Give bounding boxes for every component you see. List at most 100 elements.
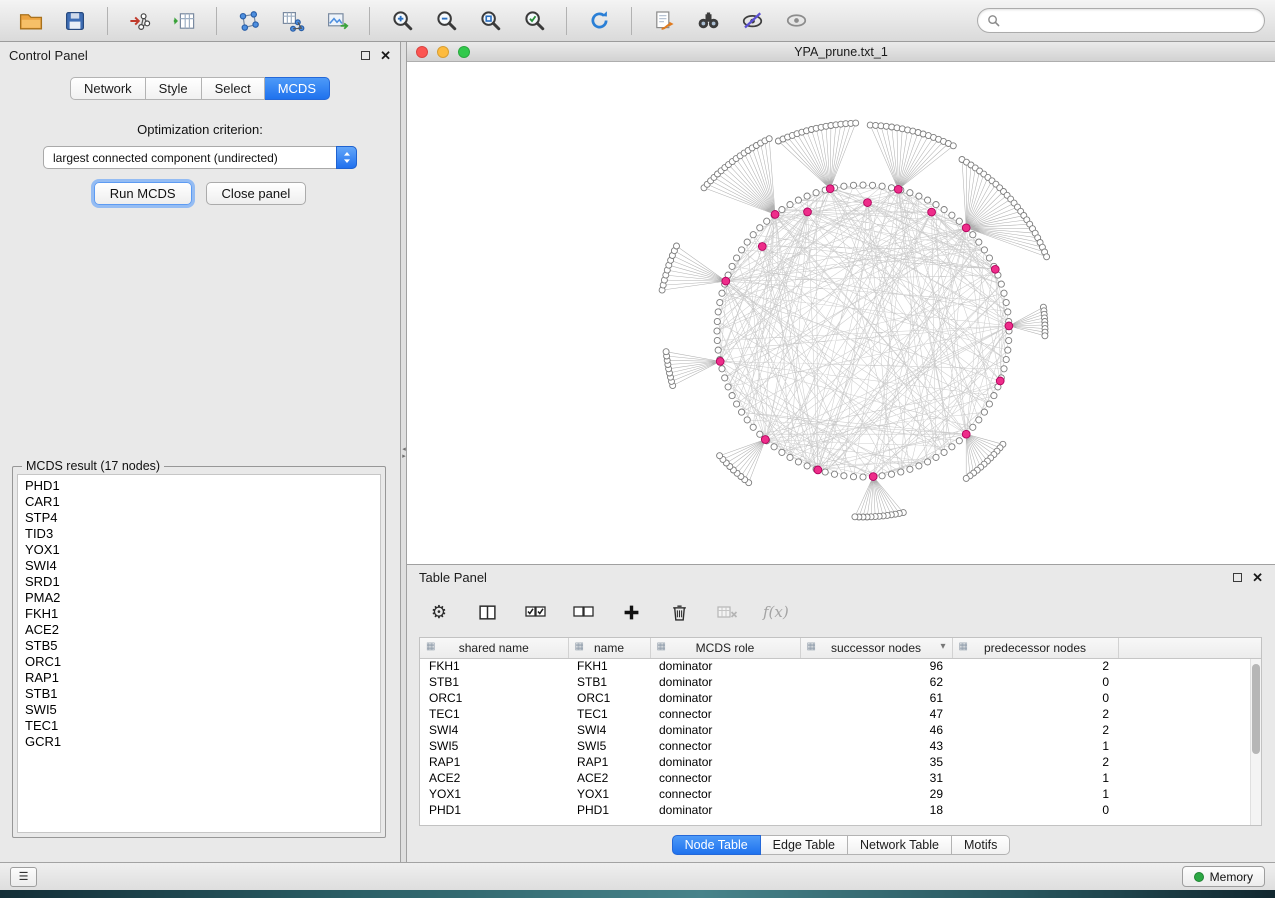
- network-node[interactable]: [907, 190, 913, 196]
- network-node[interactable]: [888, 471, 894, 477]
- deselect-all-button[interactable]: [571, 600, 595, 624]
- network-node[interactable]: [841, 183, 847, 189]
- mcds-result-item[interactable]: RAP1: [18, 670, 380, 686]
- network-node[interactable]: [787, 454, 793, 460]
- network-node[interactable]: [813, 190, 819, 196]
- dominator-node[interactable]: [722, 277, 730, 285]
- mcds-result-item[interactable]: CAR1: [18, 494, 380, 510]
- network-node[interactable]: [925, 459, 931, 465]
- table-scrollbar[interactable]: [1250, 659, 1261, 825]
- dominator-node[interactable]: [814, 466, 822, 474]
- network-node[interactable]: [850, 182, 856, 188]
- network-node[interactable]: [719, 366, 725, 372]
- network-node[interactable]: [976, 239, 982, 245]
- dominator-node[interactable]: [991, 265, 999, 273]
- table-row[interactable]: STB1STB1dominator620: [420, 674, 1261, 690]
- leaf-node[interactable]: [852, 514, 858, 520]
- network-node[interactable]: [771, 444, 777, 450]
- table-row[interactable]: FKH1FKH1dominator962: [420, 658, 1261, 674]
- dominator-node[interactable]: [962, 430, 970, 438]
- network-node[interactable]: [715, 347, 721, 353]
- dominator-node[interactable]: [1005, 322, 1013, 330]
- network-node[interactable]: [779, 207, 785, 213]
- network-node[interactable]: [998, 281, 1004, 287]
- network-node[interactable]: [981, 409, 987, 415]
- export-image-button[interactable]: [316, 3, 358, 39]
- float-panel-icon[interactable]: [361, 51, 370, 60]
- network-node[interactable]: [916, 193, 922, 199]
- network-node[interactable]: [729, 263, 735, 269]
- network-node[interactable]: [714, 328, 720, 334]
- table-row[interactable]: PHD1PHD1dominator180: [420, 802, 1261, 818]
- function-builder-label[interactable]: f(x): [763, 603, 789, 621]
- zoom-in-button[interactable]: [381, 3, 423, 39]
- scrollbar-thumb[interactable]: [1252, 664, 1260, 754]
- table-settings-button[interactable]: ⚙: [427, 600, 451, 624]
- run-mcds-button[interactable]: Run MCDS: [94, 182, 192, 205]
- column-header-shared-name[interactable]: ▦shared name: [420, 638, 568, 658]
- mcds-result-item[interactable]: TID3: [18, 526, 380, 542]
- network-node[interactable]: [725, 384, 731, 390]
- network-node[interactable]: [744, 417, 750, 423]
- network-node[interactable]: [1005, 347, 1011, 353]
- network-from-table-button[interactable]: [272, 3, 314, 39]
- show-details-button[interactable]: [775, 3, 817, 39]
- delete-column-button[interactable]: [667, 600, 691, 624]
- table-row[interactable]: ACE2ACE2connector311: [420, 770, 1261, 786]
- network-node[interactable]: [744, 239, 750, 245]
- network-node[interactable]: [722, 375, 728, 381]
- add-column-button[interactable]: [619, 600, 643, 624]
- network-node[interactable]: [941, 207, 947, 213]
- network-node[interactable]: [907, 466, 913, 472]
- network-node[interactable]: [949, 444, 955, 450]
- network-node[interactable]: [933, 454, 939, 460]
- zoom-out-button[interactable]: [425, 3, 467, 39]
- table-row[interactable]: TEC1TEC1connector472: [420, 706, 1261, 722]
- close-mcds-panel-button[interactable]: Close panel: [206, 182, 307, 205]
- zoom-selected-button[interactable]: [513, 3, 555, 39]
- network-node[interactable]: [1005, 309, 1011, 315]
- task-history-button[interactable]: ☰: [10, 867, 37, 887]
- window-zoom-icon[interactable]: [458, 46, 470, 58]
- mcds-result-item[interactable]: STP4: [18, 510, 380, 526]
- network-node[interactable]: [970, 424, 976, 430]
- network-node[interactable]: [739, 409, 745, 415]
- network-node[interactable]: [986, 255, 992, 261]
- table-row[interactable]: YOX1YOX1connector291: [420, 786, 1261, 802]
- network-node[interactable]: [734, 401, 740, 407]
- import-table-button[interactable]: [163, 3, 205, 39]
- open-file-button[interactable]: [10, 3, 52, 39]
- leaf-node[interactable]: [950, 143, 956, 149]
- delete-table-button-disabled[interactable]: [715, 600, 739, 624]
- mcds-result-item[interactable]: SWI4: [18, 558, 380, 574]
- network-node[interactable]: [1006, 337, 1012, 343]
- table-row[interactable]: SWI4SWI4dominator462: [420, 722, 1261, 738]
- mcds-result-item[interactable]: TEC1: [18, 718, 380, 734]
- dominator-node[interactable]: [758, 243, 766, 251]
- network-node[interactable]: [787, 202, 793, 208]
- dominator-node[interactable]: [804, 208, 812, 216]
- tab-style[interactable]: Style: [146, 77, 202, 100]
- column-header-predecessor-nodes[interactable]: ▦predecessor nodes: [952, 638, 1118, 658]
- mcds-result-item[interactable]: STB1: [18, 686, 380, 702]
- network-node[interactable]: [888, 185, 894, 191]
- network-node[interactable]: [976, 417, 982, 423]
- network-node[interactable]: [981, 247, 987, 253]
- network-node[interactable]: [879, 183, 885, 189]
- network-node[interactable]: [804, 193, 810, 199]
- dominator-node[interactable]: [716, 358, 724, 366]
- save-button[interactable]: [54, 3, 96, 39]
- network-titlebar[interactable]: YPA_prune.txt_1: [407, 42, 1275, 62]
- mcds-result-item[interactable]: PHD1: [18, 478, 380, 494]
- column-header-name[interactable]: ▦name: [568, 638, 650, 658]
- network-node[interactable]: [956, 218, 962, 224]
- hide-details-button[interactable]: [731, 3, 773, 39]
- window-minimize-icon[interactable]: [437, 46, 449, 58]
- network-node[interactable]: [822, 469, 828, 475]
- network-node[interactable]: [1001, 366, 1007, 372]
- leaf-node[interactable]: [766, 136, 772, 142]
- dominator-node[interactable]: [894, 185, 902, 193]
- tab-network-table[interactable]: Network Table: [848, 835, 952, 855]
- table-row[interactable]: ORC1ORC1dominator610: [420, 690, 1261, 706]
- copy-document-button[interactable]: [643, 3, 685, 39]
